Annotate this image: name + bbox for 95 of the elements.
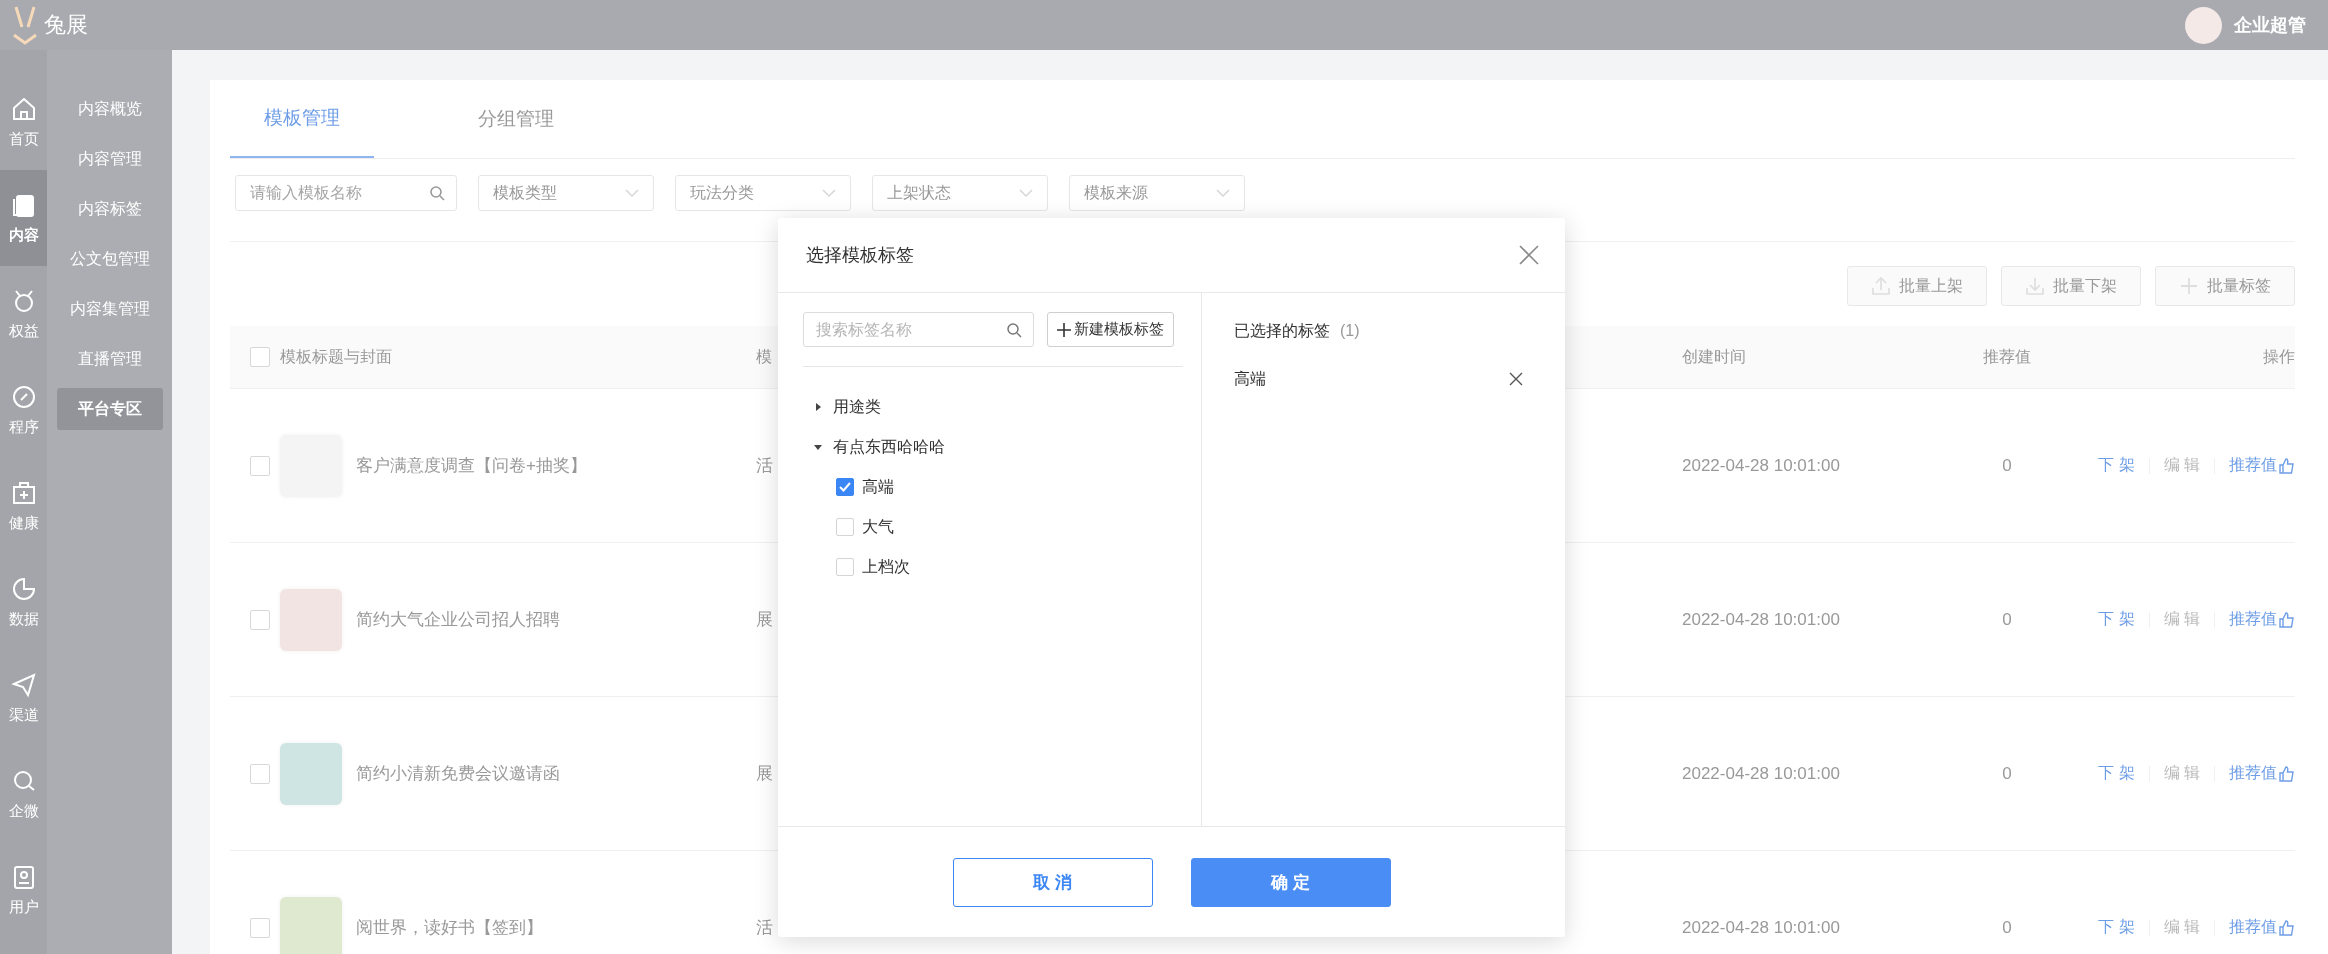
batch-button[interactable]: 批量下架 bbox=[2001, 266, 2141, 306]
table-cell: 2022-04-28 10:01:00 bbox=[1682, 455, 1840, 476]
submenu-item[interactable]: 平台专区 bbox=[56, 388, 163, 430]
nav-item[interactable]: 内容 bbox=[0, 170, 47, 266]
submenu-item[interactable]: 内容管理 bbox=[56, 138, 163, 180]
nav-item[interactable]: 用户 bbox=[0, 842, 47, 938]
table-cell-text: 0 bbox=[2001, 917, 2013, 938]
column-header: 模板标题与封面 bbox=[280, 346, 392, 367]
tag-search-field[interactable]: 搜索标签名称 bbox=[803, 312, 1034, 347]
tab[interactable]: 分组管理 bbox=[444, 80, 588, 158]
new-tag-button[interactable]: 新建模板标签 bbox=[1047, 312, 1174, 347]
action-link[interactable]: 推荐值 bbox=[2229, 609, 2295, 630]
nav-item[interactable]: 健康 bbox=[0, 458, 47, 554]
column-header: 推荐值 bbox=[1982, 346, 2032, 367]
filter-select[interactable]: 模板来源 bbox=[1069, 175, 1245, 211]
nav-item[interactable]: 首页 bbox=[0, 74, 47, 170]
tag-option[interactable]: 上档次 bbox=[803, 547, 1183, 587]
tag-option[interactable]: 大气 bbox=[803, 507, 1183, 547]
action-link[interactable]: 推荐值 bbox=[2229, 763, 2295, 784]
template-title: 客户满意度调查【问卷+抽奖】 bbox=[356, 455, 587, 477]
upload-icon bbox=[1871, 276, 1891, 296]
column-header: 创建时间 bbox=[1682, 346, 1746, 367]
table-cell-text: 活 bbox=[756, 917, 773, 939]
thumbs-up-icon bbox=[2279, 765, 2295, 782]
chevron-down-icon bbox=[1019, 189, 1033, 197]
search-icon bbox=[429, 185, 445, 201]
remove-icon[interactable] bbox=[1509, 372, 1523, 386]
avatar[interactable] bbox=[2185, 6, 2222, 44]
download-icon bbox=[2025, 276, 2045, 296]
dialog-title: 选择模板标签 bbox=[806, 244, 914, 267]
confirm-button[interactable]: 确 定 bbox=[1190, 857, 1391, 907]
selected-count: (1) bbox=[1340, 322, 1360, 340]
tag-option[interactable]: 高端 bbox=[803, 467, 1183, 507]
caret-icon bbox=[813, 402, 823, 412]
table-cell-text: 0 bbox=[2001, 455, 2013, 476]
plus-icon bbox=[1057, 322, 1071, 337]
submenu-item[interactable]: 内容概览 bbox=[56, 88, 163, 130]
nav-item[interactable]: 程序 bbox=[0, 362, 47, 458]
paper-plane-icon bbox=[10, 671, 37, 698]
batch-button[interactable]: 批量标签 bbox=[2155, 266, 2295, 306]
checkbox[interactable] bbox=[836, 478, 854, 496]
action-link[interactable]: 下 架 bbox=[2098, 455, 2135, 476]
template-title: 简约小清新免费会议邀请函 bbox=[356, 763, 560, 785]
plus-icon bbox=[2179, 276, 2199, 296]
nav-item[interactable]: 数据 bbox=[0, 554, 47, 650]
user-name[interactable]: 企业超管 bbox=[2234, 13, 2306, 37]
tree-node[interactable]: 有点东西哈哈哈 bbox=[803, 427, 1183, 467]
logo-text: 兔展 bbox=[44, 11, 88, 39]
nav-item[interactable]: 企微 bbox=[0, 746, 47, 842]
chevron-down-icon bbox=[625, 189, 639, 197]
action-link[interactable]: 下 架 bbox=[2098, 609, 2135, 630]
selected-tags-title: 已选择的标签 bbox=[1234, 320, 1330, 341]
house-icon bbox=[10, 95, 37, 122]
tree-node[interactable]: 用途类 bbox=[803, 387, 1183, 427]
caret-icon bbox=[813, 442, 823, 452]
action-link[interactable]: 推荐值 bbox=[2229, 917, 2295, 938]
table-cell: 2022-04-28 10:01:00 bbox=[1682, 917, 1840, 938]
table-cell-text: 0 bbox=[2001, 763, 2013, 784]
filter-select[interactable]: 上架状态 bbox=[872, 175, 1048, 211]
template-title: 简约大气企业公司招人招聘 bbox=[356, 609, 560, 631]
table-cell-text: 活 bbox=[756, 455, 773, 477]
template-title: 阅世界，读好书【签到】 bbox=[356, 917, 543, 939]
thumbs-up-icon bbox=[2279, 919, 2295, 936]
pie-chart-icon bbox=[10, 575, 37, 602]
table-cell-text: 展 bbox=[756, 763, 773, 785]
thumbs-up-icon bbox=[2279, 457, 2295, 474]
nav-item[interactable]: 渠道 bbox=[0, 650, 47, 746]
submenu-item[interactable]: 直播管理 bbox=[56, 338, 163, 380]
tab[interactable]: 模板管理 bbox=[230, 80, 374, 158]
action-link[interactable]: 下 架 bbox=[2098, 763, 2135, 784]
search-icon bbox=[1006, 321, 1022, 338]
medical-kit-icon bbox=[10, 479, 37, 506]
selected-tag: 高端 bbox=[1234, 368, 1266, 390]
filter-select[interactable]: 模板类型 bbox=[478, 175, 654, 211]
thumbs-up-icon bbox=[2279, 611, 2295, 628]
table-cell: 2022-04-28 10:01:00 bbox=[1682, 763, 1840, 784]
link-icon bbox=[10, 383, 37, 410]
batch-button[interactable]: 批量上架 bbox=[1847, 266, 1987, 306]
submenu-item[interactable]: 内容集管理 bbox=[56, 288, 163, 330]
chevron-down-icon bbox=[822, 189, 836, 197]
nav-item[interactable]: 权益 bbox=[0, 266, 47, 362]
search-field[interactable]: 请输入模板名称 bbox=[235, 175, 457, 211]
submenu-item[interactable]: 公文包管理 bbox=[56, 238, 163, 280]
column-header: 操作 bbox=[2262, 346, 2295, 367]
column-header: 模 bbox=[756, 346, 772, 367]
action-link[interactable]: 下 架 bbox=[2098, 917, 2135, 938]
cancel-button[interactable]: 取 消 bbox=[952, 857, 1153, 907]
submenu-item[interactable]: 内容标签 bbox=[56, 188, 163, 230]
table-cell-text: 0 bbox=[2001, 609, 2013, 630]
table-cell-text: 展 bbox=[756, 609, 773, 631]
filter-select[interactable]: 玩法分类 bbox=[675, 175, 851, 211]
table-cell: 2022-04-28 10:01:00 bbox=[1682, 609, 1840, 630]
action-link[interactable]: 推荐值 bbox=[2229, 455, 2295, 476]
chevron-down-icon bbox=[1216, 189, 1230, 197]
close-icon[interactable] bbox=[1519, 245, 1539, 265]
